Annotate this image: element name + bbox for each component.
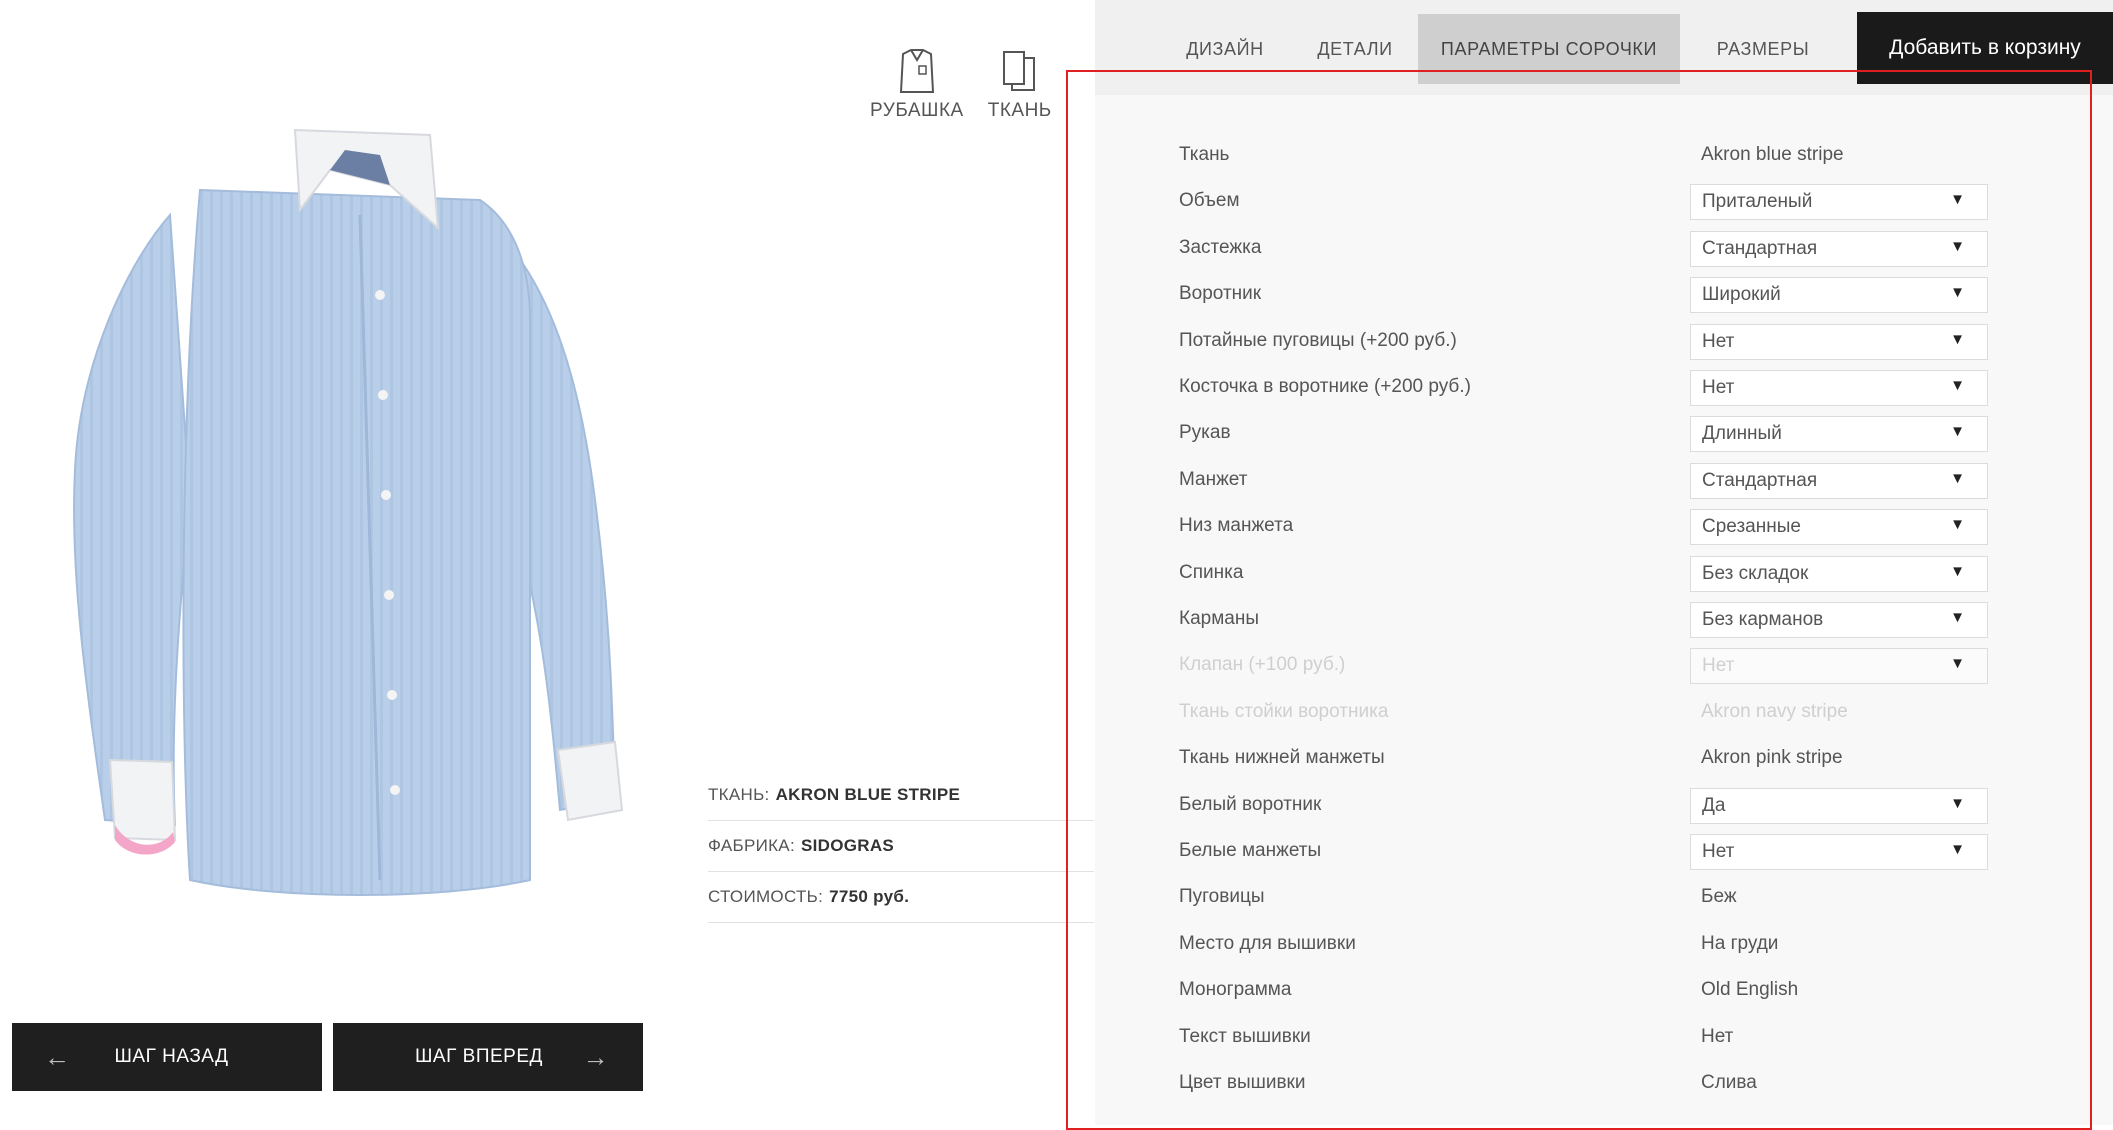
param-label: Белый воротник [1179, 793, 1322, 815]
param-select-value: Приталеный [1702, 191, 1813, 213]
arrow-left-icon: ← [44, 1041, 71, 1072]
param-value: На груди [1701, 932, 1779, 954]
param-label: Монограмма [1179, 979, 1292, 1001]
param-label: Низ манжета [1179, 515, 1294, 537]
caret-down-icon: ▼ [1950, 284, 1965, 302]
param-select-value: Без складок [1702, 562, 1809, 584]
param-select[interactable]: Приталеный ▼ [1690, 184, 1988, 221]
caret-down-icon: ▼ [1950, 516, 1965, 534]
factory-info-row: ФАБРИКА: SIDOGRAS [708, 821, 1094, 872]
param-label: Место для вышивки [1179, 932, 1356, 954]
param-label: Косточка в воротнике (+200 руб.) [1179, 376, 1471, 397]
tab-design[interactable]: ДИЗАЙН [1170, 14, 1280, 84]
arrow-right-icon: → [582, 1041, 609, 1072]
param-label: Манжет [1179, 468, 1248, 490]
param-select[interactable]: Срезанные ▼ [1690, 509, 1988, 546]
caret-down-icon: ▼ [1950, 377, 1965, 394]
param-label: Рукав [1179, 422, 1231, 444]
param-select[interactable]: Без карманов ▼ [1690, 602, 1988, 638]
price-label: СТОИМОСТЬ: [708, 887, 824, 906]
factory-value: SIDOGRAS [800, 836, 895, 855]
step-back-button[interactable]: ← ШАГ НАЗАД [12, 1023, 322, 1091]
tab-sizes[interactable]: РАЗМЕРЫ [1698, 14, 1828, 84]
param-label: Клапан (+100 руб.) [1179, 654, 1346, 676]
fabric-value: AKRON BLUE STRIPE [775, 785, 961, 804]
price-value: 7750 руб. [829, 887, 910, 906]
param-label: Текст вышивки [1179, 1025, 1311, 1047]
add-to-cart-button[interactable]: Добавить в корзину [1857, 12, 2113, 84]
param-select-value: Стандартная [1702, 237, 1818, 259]
tab-details[interactable]: ДЕТАЛИ [1300, 14, 1410, 84]
view-shirt-label: РУБАШКА [870, 100, 964, 121]
view-shirt-button[interactable]: РУБАШКА [870, 48, 964, 122]
param-select[interactable]: Нет ▼ [1690, 834, 1988, 870]
param-select[interactable]: Длинный ▼ [1690, 416, 1988, 453]
caret-down-icon: ▼ [1950, 841, 1965, 858]
param-value: Akron navy stripe [1701, 700, 1848, 722]
param-value: Akron pink stripe [1701, 747, 1843, 769]
step-next-button[interactable]: ШАГ ВПЕРЕД → [333, 1023, 643, 1091]
factory-label: ФАБРИКА: [708, 836, 795, 855]
param-select[interactable]: Стандартная ▼ [1690, 230, 1988, 267]
product-info: ТКАНЬ: AKRON BLUE STRIPE ФАБРИКА: SIDOGR… [708, 770, 1094, 923]
fabric-icon [1002, 51, 1035, 91]
caret-down-icon: ▼ [1950, 423, 1965, 441]
param-select[interactable]: Да ▼ [1690, 787, 1988, 824]
step-back-label: ШАГ НАЗАД [114, 1046, 229, 1067]
caret-down-icon: ▼ [1950, 609, 1965, 626]
caret-down-icon: ▼ [1950, 191, 1965, 209]
caret-down-icon: ▼ [1950, 655, 1965, 673]
param-label: Застежка [1179, 236, 1262, 258]
param-select-value: Широкий [1702, 284, 1781, 306]
caret-down-icon: ▼ [1950, 237, 1965, 255]
param-label: Карманы [1179, 608, 1259, 629]
param-value: Беж [1701, 886, 1737, 908]
param-label: Спинка [1179, 561, 1244, 583]
caret-down-icon: ▼ [1950, 562, 1965, 580]
param-label: Белые манжеты [1179, 840, 1322, 861]
param-label: Цвет вышивки [1179, 1072, 1306, 1093]
param-label: Объем [1179, 190, 1240, 212]
param-select[interactable]: Нет ▼ [1690, 323, 1988, 360]
shirt-preview: РУБАШКА ТКАНЬ ТКАНЬ: AKRON BLUE STRIPE Ф… [0, 0, 1095, 1125]
param-select[interactable]: Нет ▼ [1690, 370, 1988, 406]
param-select-value: Да [1702, 794, 1726, 816]
param-select-value: Нет [1702, 841, 1735, 862]
step-next-label: ШАГ ВПЕРЕД [415, 1046, 543, 1067]
param-select[interactable]: Без складок ▼ [1690, 555, 1988, 592]
param-select[interactable]: Стандартная ▼ [1690, 462, 1988, 499]
param-label: Пуговицы [1179, 886, 1265, 908]
caret-down-icon: ▼ [1950, 330, 1965, 348]
param-label: Воротник [1179, 283, 1262, 305]
param-select-value: Длинный [1702, 423, 1782, 445]
fabric-label: ТКАНЬ: [708, 785, 770, 804]
param-label: Ткань нижней манжеты [1179, 747, 1385, 769]
param-value: Old English [1701, 979, 1799, 1001]
caret-down-icon: ▼ [1950, 469, 1965, 487]
shirt-image [60, 120, 650, 900]
tab-shirt-parameters[interactable]: ПАРАМЕТРЫ СОРОЧКИ [1418, 14, 1680, 84]
param-label: Ткань стойки воротника [1179, 700, 1389, 722]
shirt-icon [899, 49, 934, 93]
param-select-value: Без карманов [1702, 609, 1824, 630]
price-info-row: СТОИМОСТЬ: 7750 руб. [708, 872, 1094, 923]
fabric-info-row: ТКАНЬ: AKRON BLUE STRIPE [708, 770, 1094, 821]
view-fabric-button[interactable]: ТКАНЬ [988, 48, 1052, 122]
tab-bar: ДИЗАЙН ДЕТАЛИ ПАРАМЕТРЫ СОРОЧКИ РАЗМЕРЫ … [1095, 0, 2113, 95]
param-select-value: Срезанные [1702, 516, 1801, 538]
param-select-value: Стандартная [1702, 469, 1818, 491]
view-fabric-label: ТКАНЬ [987, 100, 1052, 121]
param-select-value: Нет [1702, 377, 1735, 398]
param-select[interactable]: Широкий ▼ [1690, 277, 1988, 314]
view-switch: РУБАШКА ТКАНЬ [870, 48, 1052, 122]
param-select-value: Нет [1702, 330, 1735, 352]
param-value: Akron blue stripe [1701, 144, 1844, 165]
param-value: Нет [1701, 1025, 1734, 1047]
param-label: Потайные пуговицы (+200 руб.) [1179, 329, 1457, 351]
caret-down-icon: ▼ [1950, 794, 1965, 812]
param-select-value: Нет [1702, 655, 1735, 677]
param-label: Ткань [1179, 144, 1230, 165]
param-value: Слива [1701, 1072, 1757, 1093]
param-select: Нет ▼ [1690, 648, 1988, 685]
